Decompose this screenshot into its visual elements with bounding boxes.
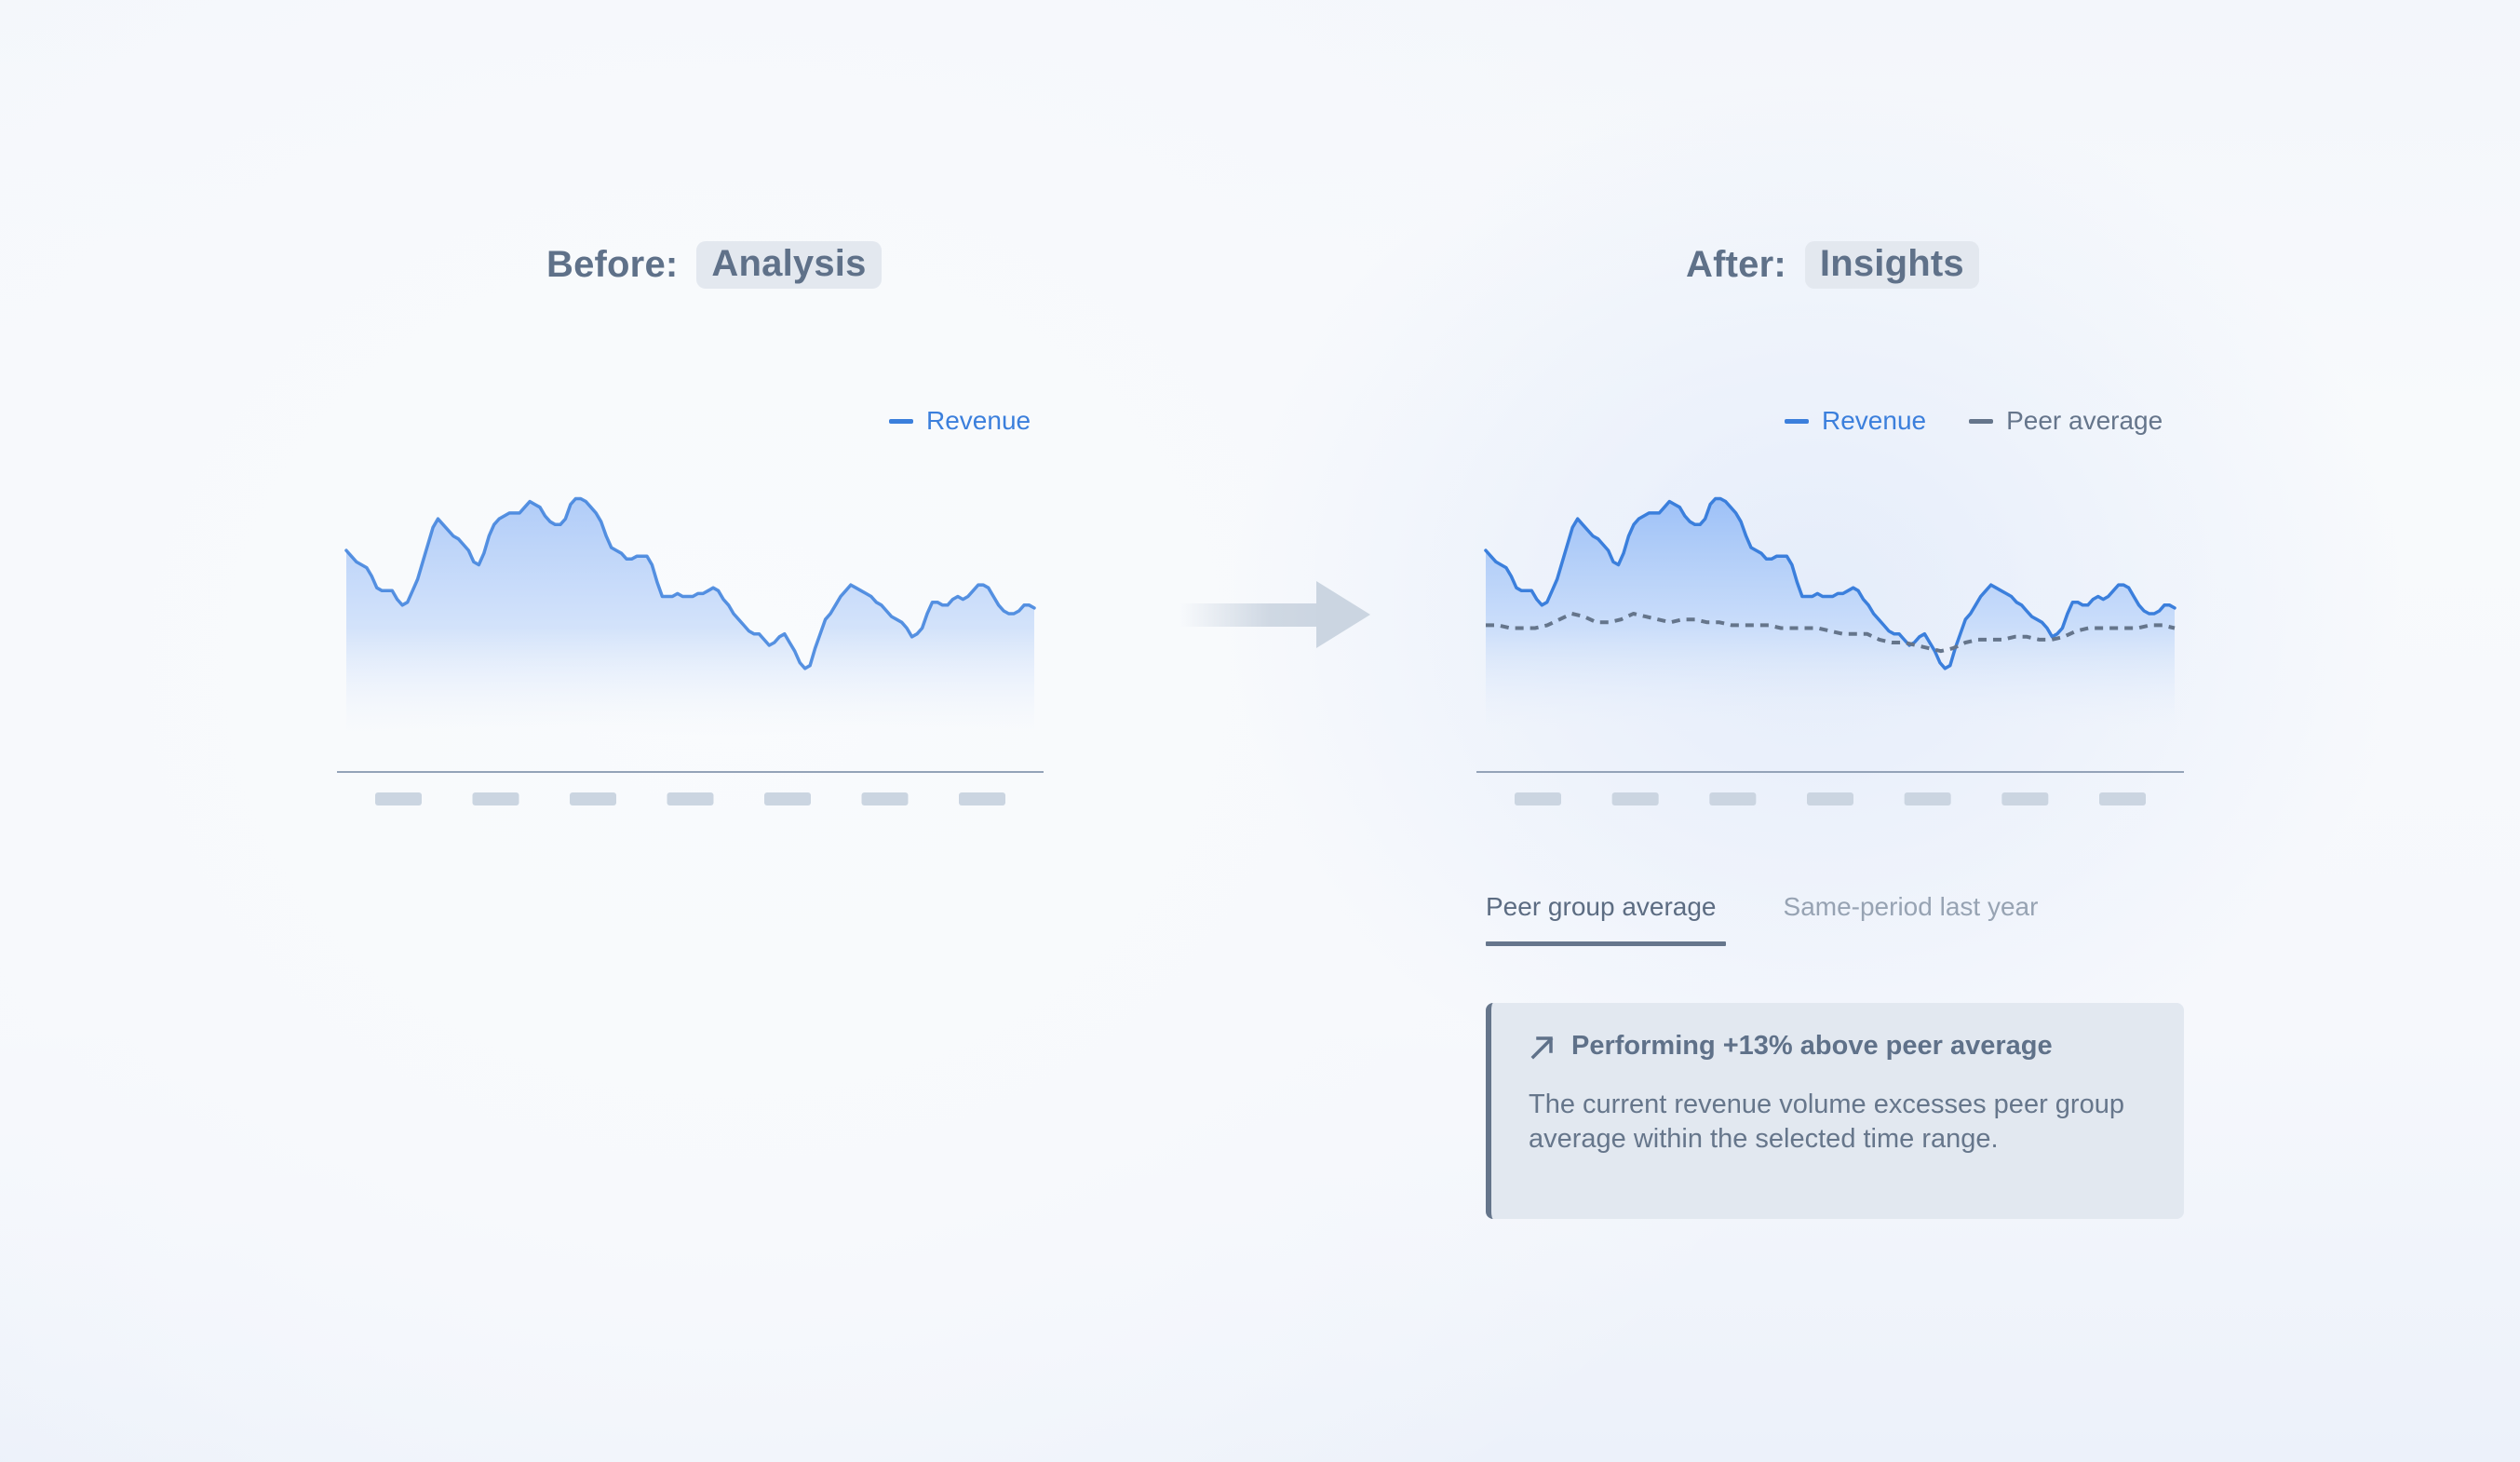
arrow-up-right-icon [1530,1036,1554,1059]
x-tick-placeholder [2099,792,2146,805]
insight-card: Performing +13% above peer average The c… [1486,1003,2184,1219]
after-chart [1476,496,2184,805]
tab-peer-group-average[interactable]: Peer group average [1486,892,1726,946]
insight-title: Performing +13% above peer average [1571,1031,2053,1061]
x-tick-placeholder [2001,792,2049,805]
x-tick-placeholder [667,792,714,805]
x-tick-placeholder [1904,792,1951,805]
x-tick-placeholder [861,792,909,805]
x-tick-placeholder [375,792,422,805]
comparison-tabs: Peer group average Same-period last year [1486,892,2038,946]
x-tick-placeholder [1611,792,1659,805]
arrow-right-icon [1180,581,1370,648]
insight-body: The current revenue volume excesses peer… [1529,1090,2124,1154]
charts-canvas [337,496,2184,805]
x-tick-placeholder [1807,792,1853,805]
x-tick-placeholder [570,792,616,805]
tab-same-period-last-year[interactable]: Same-period last year [1784,892,2039,946]
before-chart [337,496,1044,805]
x-tick-placeholder [959,792,1005,805]
x-tick-placeholder [472,792,519,805]
x-tick-placeholder [764,792,811,805]
x-tick-placeholder [1515,792,1561,805]
insight-header: Performing +13% above peer average [1529,1031,2147,1062]
x-tick-placeholder [1709,792,1757,805]
